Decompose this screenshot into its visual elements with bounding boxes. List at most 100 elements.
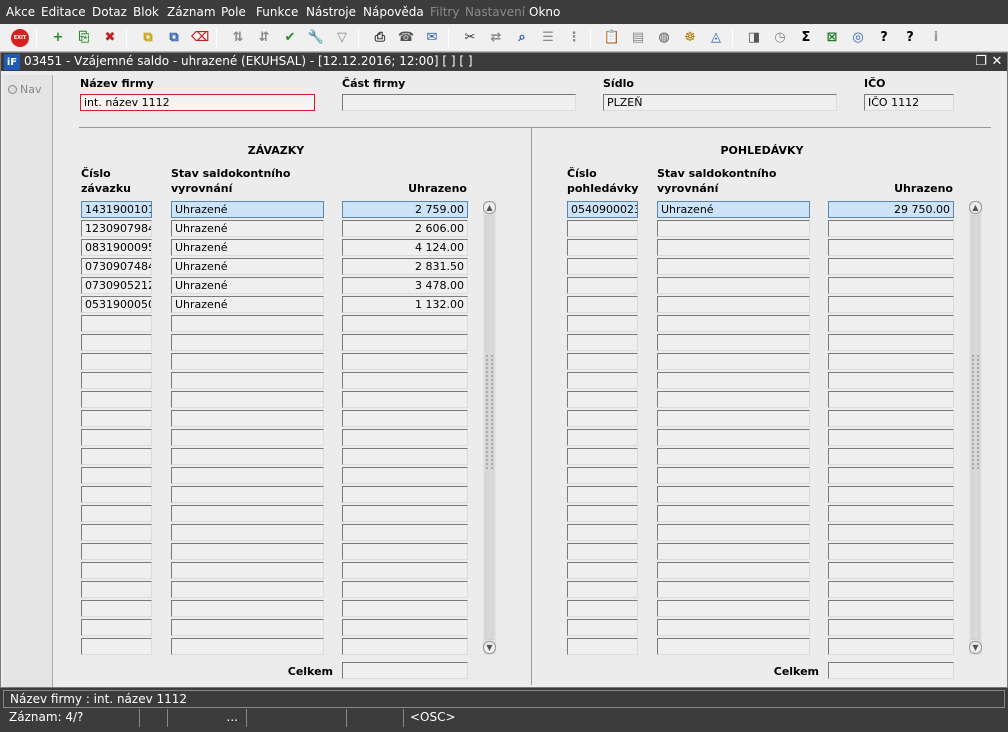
zavazky-row-7-uhrazeno[interactable] <box>342 315 468 332</box>
menu-pole[interactable]: Pole <box>221 5 246 19</box>
menu-funkce[interactable]: Funkce <box>256 5 298 19</box>
menu-akce[interactable]: Akce <box>6 5 35 19</box>
zavazky-row-22-cislo[interactable] <box>81 600 152 617</box>
pohledavky-row-7-cislo[interactable] <box>567 315 638 332</box>
wrench-button[interactable]: 🔧 <box>306 28 326 48</box>
pohledavky-row-13-cislo[interactable] <box>567 429 638 446</box>
pohledavky-row-5-cislo[interactable] <box>567 277 638 294</box>
zavazky-row-4-cislo[interactable]: 0730907484 <box>81 258 152 275</box>
zavazky-row-8-stav[interactable] <box>171 334 324 351</box>
pohledavky-row-2-uhrazeno[interactable] <box>828 220 954 237</box>
zavazky-row-19-stav[interactable] <box>171 543 324 560</box>
zavazky-row-11-cislo[interactable] <box>81 391 152 408</box>
zavazky-row-2-cislo[interactable]: 1230907984 <box>81 220 152 237</box>
zavazky-row-10-stav[interactable] <box>171 372 324 389</box>
pohledavky-row-6-stav[interactable] <box>657 296 810 313</box>
scroll-up-icon[interactable]: ▲ <box>969 201 982 214</box>
sum-button[interactable]: Σ <box>796 28 816 48</box>
mail-button[interactable]: ✉ <box>422 28 442 48</box>
pohledavky-row-11-uhrazeno[interactable] <box>828 391 954 408</box>
pohledavky-row-1-uhrazeno[interactable]: 29 750.00 <box>828 201 954 218</box>
pohledavky-row-6-cislo[interactable] <box>567 296 638 313</box>
copy-record-button[interactable]: ⧉ <box>138 28 158 48</box>
pohledavky-row-7-stav[interactable] <box>657 315 810 332</box>
menu-nastaveni[interactable]: Nastavení <box>465 5 525 19</box>
scroll-down-icon[interactable]: ▼ <box>969 641 982 654</box>
menu-dotaz[interactable]: Dotaz <box>92 5 127 19</box>
pohledavky-row-17-uhrazeno[interactable] <box>828 505 954 522</box>
pohledavky-row-9-stav[interactable] <box>657 353 810 370</box>
pohledavky-row-10-stav[interactable] <box>657 372 810 389</box>
pohledavky-row-15-cislo[interactable] <box>567 467 638 484</box>
zavazky-row-18-stav[interactable] <box>171 524 324 541</box>
insert-record-button[interactable]: + <box>48 28 68 48</box>
pohledavky-row-2-stav[interactable] <box>657 220 810 237</box>
zavazky-row-3-stav[interactable]: Uhrazené <box>171 239 324 256</box>
help-button[interactable]: ? <box>900 28 920 48</box>
menu-nastroje[interactable]: Nástroje <box>306 5 356 19</box>
zavazky-row-1-uhrazeno[interactable]: 2 759.00 <box>342 201 468 218</box>
zavazky-row-21-uhrazeno[interactable] <box>342 581 468 598</box>
zavazky-row-16-uhrazeno[interactable] <box>342 486 468 503</box>
zavazky-row-6-uhrazeno[interactable]: 1 132.00 <box>342 296 468 313</box>
ship-wheel-button[interactable]: ☸ <box>680 28 700 48</box>
pohledavky-row-22-uhrazeno[interactable] <box>828 600 954 617</box>
copy-field-button[interactable]: ⧉ <box>164 28 184 48</box>
zavazky-row-5-cislo[interactable]: 0730905212 <box>81 277 152 294</box>
duplicate-record-button[interactable]: ⎘ <box>74 28 94 48</box>
zavazky-row-10-cislo[interactable] <box>81 372 152 389</box>
ico-field[interactable]: IČO 1112 <box>864 94 954 111</box>
pohledavky-celkem-field[interactable] <box>828 662 954 679</box>
zavazky-row-19-uhrazeno[interactable] <box>342 543 468 560</box>
sort-ascending-button[interactable]: ⇅ <box>228 28 248 48</box>
zavazky-row-23-uhrazeno[interactable] <box>342 619 468 636</box>
pohledavky-row-16-cislo[interactable] <box>567 486 638 503</box>
pohledavky-row-12-cislo[interactable] <box>567 410 638 427</box>
pohledavky-row-12-uhrazeno[interactable] <box>828 410 954 427</box>
pohledavky-row-23-uhrazeno[interactable] <box>828 619 954 636</box>
zavazky-row-24-uhrazeno[interactable] <box>342 638 468 655</box>
pohledavky-row-13-stav[interactable] <box>657 429 810 446</box>
zavazky-scrollbar[interactable]: ▲ ▼ <box>483 201 496 655</box>
pohledavky-row-4-stav[interactable] <box>657 258 810 275</box>
pohledavky-row-17-cislo[interactable] <box>567 505 638 522</box>
pohledavky-row-21-uhrazeno[interactable] <box>828 581 954 598</box>
tree-button[interactable]: ⋮ <box>564 28 584 48</box>
zavazky-row-5-stav[interactable]: Uhrazené <box>171 277 324 294</box>
zavazky-row-14-cislo[interactable] <box>81 448 152 465</box>
pohledavky-row-3-cislo[interactable] <box>567 239 638 256</box>
pohledavky-row-16-stav[interactable] <box>657 486 810 503</box>
zavazky-row-9-stav[interactable] <box>171 353 324 370</box>
zavazky-row-12-cislo[interactable] <box>81 410 152 427</box>
eye-button[interactable]: ◬ <box>706 28 726 48</box>
zavazky-row-16-stav[interactable] <box>171 486 324 503</box>
search-field-button[interactable]: ⌕ <box>512 28 532 48</box>
clear-field-button[interactable]: ⌫ <box>190 28 210 48</box>
pohledavky-row-19-stav[interactable] <box>657 543 810 560</box>
zavazky-row-13-stav[interactable] <box>171 429 324 446</box>
pohledavky-row-14-uhrazeno[interactable] <box>828 448 954 465</box>
zavazky-row-6-cislo[interactable]: 0531900050 <box>81 296 152 313</box>
pohledavky-row-10-cislo[interactable] <box>567 372 638 389</box>
close-icon[interactable]: ✕ <box>989 53 1005 70</box>
pohledavky-row-23-stav[interactable] <box>657 619 810 636</box>
pohledavky-row-22-stav[interactable] <box>657 600 810 617</box>
pohledavky-scrollbar[interactable]: ▲ ▼ <box>969 201 982 655</box>
sidlo-field[interactable]: PLZEŇ <box>603 94 837 111</box>
pohledavky-row-2-cislo[interactable] <box>567 220 638 237</box>
info-button[interactable]: i <box>926 28 946 48</box>
zavazky-row-4-stav[interactable]: Uhrazené <box>171 258 324 275</box>
document-button[interactable]: ▤ <box>628 28 648 48</box>
globe-button[interactable]: ◍ <box>654 28 674 48</box>
zavazky-row-7-cislo[interactable] <box>81 315 152 332</box>
zavazky-row-6-stav[interactable]: Uhrazené <box>171 296 324 313</box>
zavazky-row-9-uhrazeno[interactable] <box>342 353 468 370</box>
zavazky-row-2-uhrazeno[interactable]: 2 606.00 <box>342 220 468 237</box>
pohledavky-row-12-stav[interactable] <box>657 410 810 427</box>
pohledavky-row-8-uhrazeno[interactable] <box>828 334 954 351</box>
zavazky-row-19-cislo[interactable] <box>81 543 152 560</box>
menu-editace[interactable]: Editace <box>41 5 86 19</box>
fax-button[interactable]: ☎ <box>396 28 416 48</box>
zavazky-row-1-stav[interactable]: Uhrazené <box>171 201 324 218</box>
zavazky-row-3-cislo[interactable]: 0831900095 <box>81 239 152 256</box>
